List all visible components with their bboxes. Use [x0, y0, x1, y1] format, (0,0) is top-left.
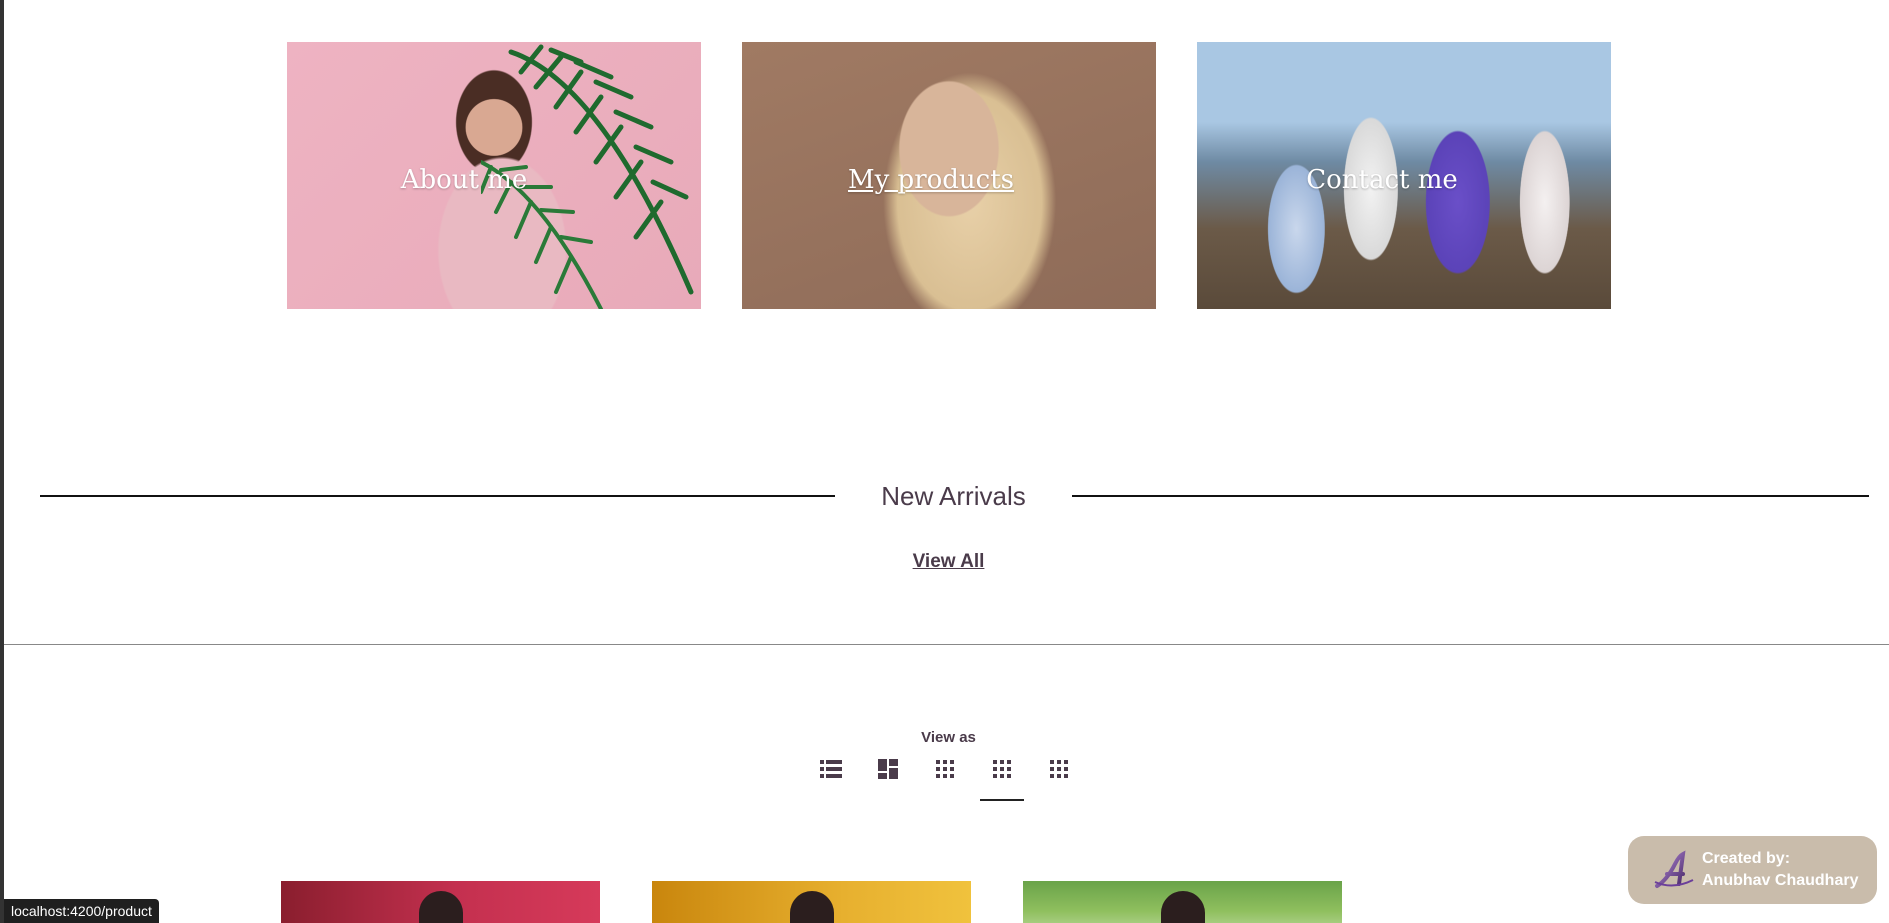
created-by-badge[interactable]: Created by: Anubhav Chaudhary [1628, 836, 1877, 904]
my-products-card[interactable]: My products [742, 42, 1156, 309]
contact-me-label: Contact me [1306, 164, 1458, 195]
product-card[interactable] [1023, 881, 1342, 923]
category-cards: About me My products Contact me [287, 42, 1611, 309]
list-view-button[interactable] [819, 757, 843, 781]
about-me-card[interactable]: About me [287, 42, 701, 309]
new-arrivals-title: New Arrivals [881, 481, 1026, 511]
grid-4-view-button[interactable] [980, 757, 1024, 801]
view-all-link[interactable]: View All [4, 551, 1889, 573]
product-card[interactable] [652, 881, 971, 923]
my-products-label: My products [847, 164, 1015, 195]
masonry-view-icon [878, 759, 898, 779]
grid-5-view-button[interactable] [1047, 757, 1071, 781]
product-image [418, 891, 463, 923]
masonry-view-button[interactable] [876, 757, 900, 781]
section-divider [4, 644, 1889, 645]
created-by-text: Created by: Anubhav Chaudhary [1702, 848, 1858, 892]
contact-me-card[interactable]: Contact me [1197, 42, 1611, 309]
created-by-label: Created by: [1702, 850, 1791, 867]
grid-3-view-button[interactable] [933, 757, 957, 781]
status-bar-url: localhost:4200/product [4, 899, 159, 923]
author-name: Anubhav Chaudhary [1702, 872, 1859, 889]
about-me-label: About me [400, 164, 528, 195]
list-view-icon [820, 760, 842, 778]
view-as-options [819, 757, 1071, 801]
grid-3-icon [936, 760, 954, 778]
product-image [1160, 891, 1205, 923]
author-logo-icon [1652, 847, 1698, 893]
product-card[interactable] [281, 881, 600, 923]
page: About me My products Contact me New Arri… [0, 0, 1889, 923]
heading-rule-left [40, 495, 835, 497]
product-grid [281, 881, 1342, 923]
product-image [789, 891, 834, 923]
new-arrivals-heading: New Arrivals [40, 478, 1869, 514]
view-as-label: View as [921, 729, 976, 746]
heading-rule-right [1072, 495, 1869, 497]
grid-4-icon [993, 760, 1011, 778]
grid-5-icon [1050, 760, 1068, 778]
